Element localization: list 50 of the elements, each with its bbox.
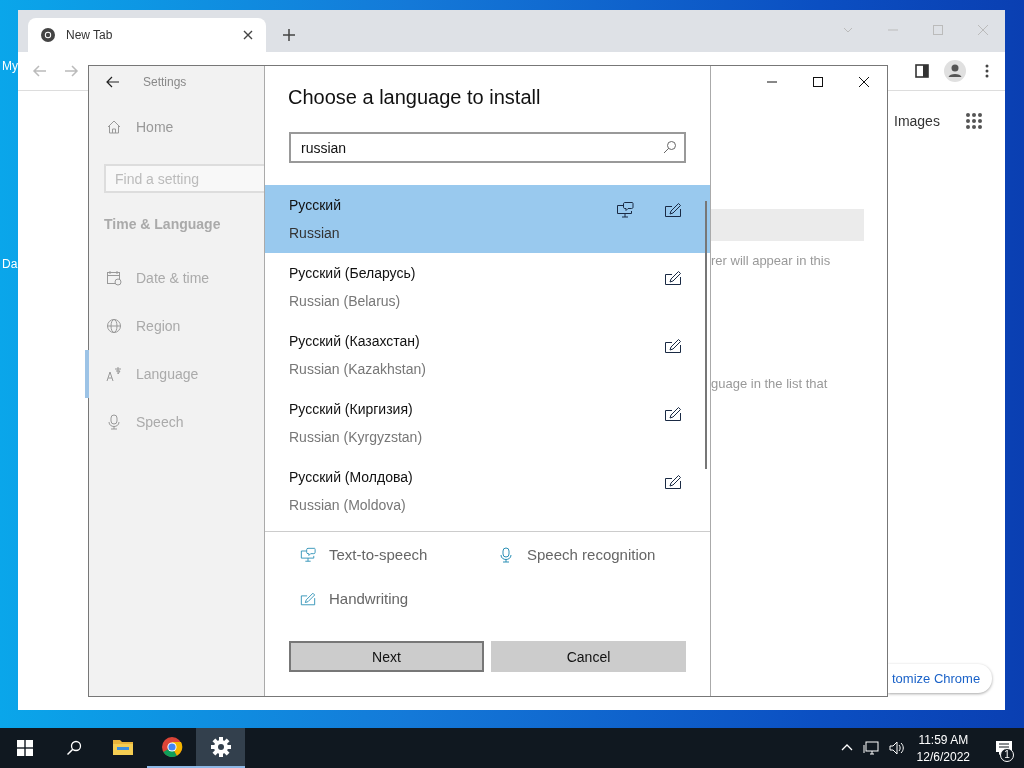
maximize-icon[interactable] — [812, 76, 824, 88]
desktop-icon-label: Da — [2, 257, 18, 271]
search-icon — [663, 140, 677, 154]
dropdown-field[interactable] — [711, 209, 864, 241]
language-option[interactable]: Русский (Казахстан) Russian (Kazakhstan) — [265, 321, 710, 389]
taskbar-app[interactable] — [196, 728, 245, 768]
next-button[interactable]: Next — [289, 641, 484, 672]
customize-chrome-button[interactable]: tomize Chrome — [888, 664, 993, 693]
notification-badge: 1 — [1000, 748, 1014, 762]
description-text: rer will appear in this — [711, 253, 832, 268]
feature-legend-item: Speech recognition — [498, 546, 696, 563]
images-link[interactable]: Images — [894, 113, 940, 129]
desktop-icon-label: My — [2, 59, 18, 73]
close-icon[interactable] — [242, 29, 254, 41]
side-panel-icon[interactable] — [915, 64, 929, 78]
feature-legend-item: Handwriting — [300, 590, 498, 607]
clock[interactable]: 11:59 AM 12/6/2022 — [914, 732, 984, 764]
chrome-logo-icon — [160, 736, 183, 758]
window-title: Settings — [143, 75, 187, 89]
search-icon — [65, 740, 82, 756]
language-option[interactable]: Русский Russian — [265, 185, 710, 253]
language-option[interactable]: Русский (Киргизия) Russian (Kyrgyzstan) — [265, 389, 710, 457]
language-option[interactable]: Русский (Молдова) Russian (Moldova) — [265, 457, 710, 525]
browser-tab[interactable]: New Tab — [28, 18, 266, 52]
gear-icon — [209, 736, 232, 758]
back-icon[interactable] — [106, 75, 120, 89]
new-tab-icon[interactable] — [282, 28, 296, 42]
speech-bubble-monitor-icon — [300, 546, 316, 563]
pen-on-pad-icon — [300, 590, 316, 607]
menu-icon[interactable] — [985, 64, 989, 78]
language-icon — [106, 366, 122, 382]
language-option[interactable]: Русский (Беларусь) Russian (Belarus) — [265, 253, 710, 321]
description-text: guage in the list that — [711, 376, 829, 391]
windows-logo-icon — [16, 740, 33, 756]
globe-icon — [106, 318, 122, 334]
cancel-button[interactable]: Cancel — [491, 641, 686, 672]
dialog-title: Choose a language to install — [287, 86, 542, 110]
search-field[interactable]: russian — [289, 132, 686, 163]
feature-legend-item: Text-to-speech — [300, 546, 498, 563]
profile-avatar-icon[interactable] — [944, 60, 966, 82]
microphone-icon — [106, 414, 122, 430]
apps-grid-icon[interactable] — [964, 112, 983, 130]
chrome-logo-icon — [40, 27, 56, 43]
home-icon — [106, 119, 122, 135]
microphone-icon — [498, 546, 514, 563]
section-heading: Time & Language — [103, 215, 222, 234]
network-icon[interactable] — [862, 740, 879, 756]
speaker-icon[interactable] — [888, 740, 905, 756]
calendar-icon — [106, 270, 122, 286]
close-icon[interactable] — [858, 76, 870, 88]
